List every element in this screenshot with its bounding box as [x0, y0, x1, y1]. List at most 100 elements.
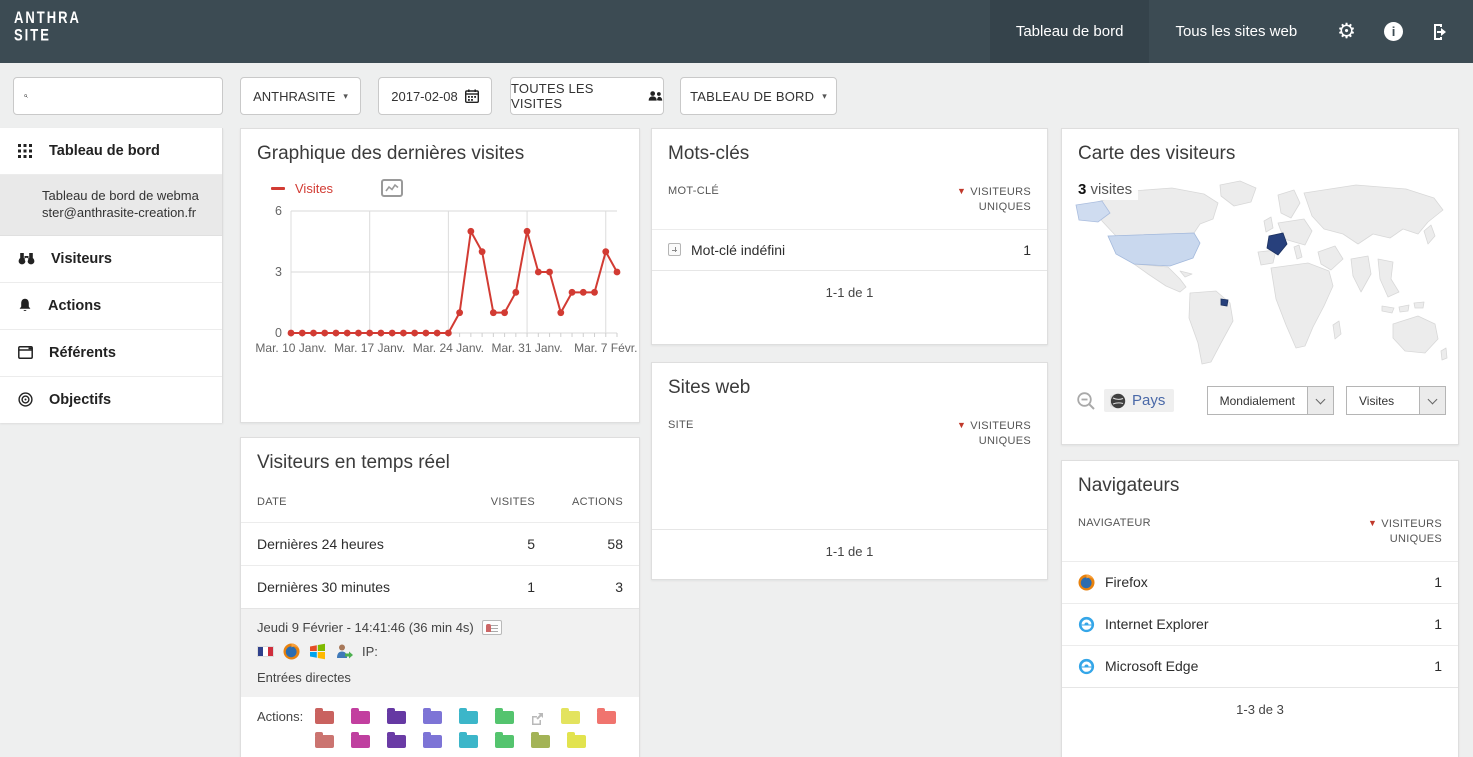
- nav-tableau-de-bord[interactable]: Tableau de bord: [990, 0, 1150, 63]
- map-india[interactable]: [1351, 256, 1371, 292]
- row-label: Mot-clé indéfini: [691, 242, 785, 258]
- sidebar-item-label: Actions: [48, 298, 101, 314]
- action-page-icon[interactable]: [387, 735, 406, 748]
- expand-row-icon[interactable]: [668, 243, 681, 256]
- visitor-profile-icon[interactable]: [482, 620, 502, 635]
- select-dropdown-button[interactable]: [1308, 386, 1334, 415]
- table-row[interactable]: Mot-clé indéfini 1: [652, 229, 1047, 270]
- map-indonesia[interactable]: [1414, 302, 1424, 308]
- action-page-icon[interactable]: [459, 735, 478, 748]
- search-input[interactable]: [36, 89, 212, 104]
- action-page-icon[interactable]: [351, 735, 370, 748]
- microsoft-edge-icon: [1078, 658, 1095, 675]
- action-page-icon[interactable]: [423, 735, 442, 748]
- action-page-icon[interactable]: [531, 735, 550, 748]
- action-page-icon[interactable]: [597, 711, 616, 724]
- widget-browsers: Navigateurs NAVIGATEUR ▼ VISITEURS UNIQU…: [1061, 460, 1459, 757]
- sidebar-item-dashboard-user[interactable]: Tableau de bord de webmaster@anthrasite-…: [0, 175, 222, 236]
- logo-line1: ANTHRA: [14, 9, 81, 26]
- action-page-icon[interactable]: [387, 711, 406, 724]
- map-australia[interactable]: [1393, 316, 1438, 353]
- action-page-icon[interactable]: [459, 711, 478, 724]
- svg-text:6: 6: [275, 204, 282, 218]
- sidebar-item-actions[interactable]: Actions: [0, 283, 222, 330]
- search-box[interactable]: [13, 77, 223, 115]
- action-page-icon[interactable]: [423, 711, 442, 724]
- map-scandinavia[interactable]: [1278, 190, 1300, 218]
- map-cuba[interactable]: [1180, 271, 1192, 277]
- visits-line-chart[interactable]: 036Mar. 10 Janv.Mar. 17 Janv.Mar. 24 Jan…: [257, 199, 625, 367]
- action-page-icon[interactable]: [495, 735, 514, 748]
- col-unique-visitors[interactable]: VISITEURS UNIQUES: [970, 419, 1031, 449]
- table-row[interactable]: Dernières 30 minutes 1 3: [241, 565, 639, 608]
- map-metric-value: Visites: [1346, 386, 1420, 415]
- action-page-icon[interactable]: [561, 711, 580, 724]
- map-middle-east[interactable]: [1318, 246, 1343, 270]
- map-italy[interactable]: [1294, 245, 1302, 259]
- action-page-icon[interactable]: [315, 735, 334, 748]
- external-link-icon[interactable]: [531, 712, 544, 725]
- sidebar-item-objectifs[interactable]: Objectifs: [0, 377, 222, 423]
- sort-desc-icon[interactable]: ▼: [957, 186, 966, 196]
- visit-datetime: Jeudi 9 Février - 14:41:46 (36 min 4s): [257, 620, 474, 635]
- date-selector[interactable]: 2017-02-08: [378, 77, 492, 115]
- sidebar-item-referents[interactable]: Référents: [0, 330, 222, 377]
- sort-desc-icon[interactable]: ▼: [1368, 518, 1377, 528]
- ip-label: IP:: [362, 644, 378, 659]
- map-level-pays-button[interactable]: Pays: [1104, 389, 1174, 412]
- world-map[interactable]: [1072, 175, 1448, 371]
- table-row[interactable]: Firefox 1: [1062, 561, 1458, 603]
- segment-label: TOUTES LES VISITES: [511, 81, 640, 111]
- map-greenland[interactable]: [1220, 181, 1256, 206]
- help-button[interactable]: i: [1370, 0, 1417, 63]
- map-asia[interactable]: [1304, 185, 1443, 244]
- sort-desc-icon[interactable]: ▼: [957, 420, 966, 430]
- svg-text:Mar. 7 Févr.: Mar. 7 Févr.: [574, 341, 637, 355]
- pagination[interactable]: 1-1 de 1: [652, 270, 1047, 314]
- site-selector[interactable]: ANTHRASITE ▾: [240, 77, 361, 115]
- dashboard-selector[interactable]: TABLEAU DE BORD ▾: [680, 77, 837, 115]
- map-french-guiana-highlight[interactable]: [1221, 299, 1228, 306]
- browsers-table-header: NAVIGATEUR ▼ VISITEURS UNIQUES: [1062, 507, 1458, 561]
- action-page-icon[interactable]: [315, 711, 334, 724]
- sidebar-item-dashboard[interactable]: Tableau de bord: [0, 128, 222, 175]
- nav-tous-les-sites[interactable]: Tous les sites web: [1149, 0, 1323, 63]
- sidebar-item-visiteurs[interactable]: Visiteurs: [0, 236, 222, 283]
- logout-button[interactable]: [1417, 0, 1473, 63]
- map-metric-select[interactable]: Visites: [1346, 386, 1446, 415]
- widget-title: Mots-clés: [652, 129, 1047, 175]
- table-row[interactable]: Microsoft Edge 1: [1062, 645, 1458, 687]
- pagination[interactable]: 1-3 de 3: [1062, 687, 1458, 731]
- map-region-select[interactable]: Mondialement: [1207, 386, 1334, 415]
- table-row[interactable]: Dernières 24 heures 5 58: [241, 522, 639, 565]
- segment-selector[interactable]: TOUTES LES VISITES: [510, 77, 664, 115]
- action-page-icon[interactable]: [495, 711, 514, 724]
- map-madagascar[interactable]: [1333, 321, 1341, 339]
- settings-button[interactable]: ⚙: [1323, 0, 1370, 63]
- export-chart-button[interactable]: [381, 179, 403, 197]
- map-africa[interactable]: [1271, 263, 1333, 348]
- col-visites: VISITES: [445, 496, 535, 508]
- table-row[interactable]: Internet Explorer 1: [1062, 603, 1458, 645]
- map-southeast-asia[interactable]: [1378, 259, 1399, 297]
- legend-label[interactable]: Visites: [295, 181, 333, 196]
- zoom-out-icon[interactable]: [1076, 391, 1096, 411]
- anthrasite-logo[interactable]: ANTHRA SITE: [14, 9, 81, 77]
- dashboard-selector-label: TABLEAU DE BORD: [690, 89, 814, 104]
- col-unique-visitors[interactable]: VISITEURS UNIQUES: [1381, 517, 1442, 547]
- map-uk[interactable]: [1264, 217, 1273, 232]
- row-actions: 58: [535, 536, 623, 552]
- action-page-icon[interactable]: [567, 735, 586, 748]
- pagination[interactable]: 1-1 de 1: [652, 529, 1047, 573]
- col-unique-visitors[interactable]: VISITEURS UNIQUES: [970, 185, 1031, 215]
- map-tooltip: 3 visites: [1076, 179, 1138, 200]
- map-usa-highlight[interactable]: [1108, 233, 1200, 266]
- top-navigation: Tableau de bord Tous les sites web ⚙ i: [990, 0, 1473, 63]
- map-indonesia[interactable]: [1382, 306, 1394, 313]
- map-mexico[interactable]: [1134, 264, 1186, 292]
- map-japan[interactable]: [1424, 225, 1435, 244]
- map-indonesia[interactable]: [1399, 305, 1409, 312]
- select-dropdown-button[interactable]: [1420, 386, 1446, 415]
- map-new-zealand[interactable]: [1441, 348, 1447, 360]
- action-page-icon[interactable]: [351, 711, 370, 724]
